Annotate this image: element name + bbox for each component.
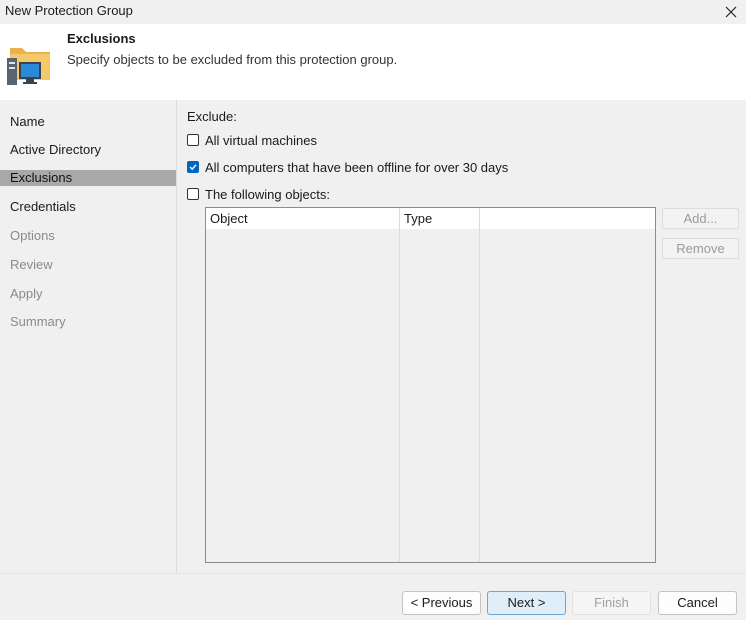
sidebar-item-credentials[interactable]: Credentials [0, 199, 176, 215]
header-description: Specify objects to be excluded from this… [67, 52, 398, 67]
header-title: Exclusions [67, 31, 136, 46]
column-header-type[interactable]: Type [400, 208, 479, 229]
folder-computer-icon [7, 48, 50, 85]
all-virtual-machines-label: All virtual machines [205, 132, 317, 148]
column-header-object[interactable]: Object [206, 208, 399, 229]
next-button[interactable]: Next > [487, 591, 566, 615]
wizard-steps-sidebar: Name Active Directory Exclusions Credent… [0, 100, 177, 572]
checkmark-icon [189, 164, 197, 171]
title-bar: New Protection Group [0, 0, 746, 24]
cancel-button[interactable]: Cancel [658, 591, 737, 615]
sidebar-item-summary: Summary [10, 314, 66, 329]
sidebar-item-options: Options [10, 228, 55, 243]
following-objects-option[interactable]: The following objects: [187, 186, 330, 202]
sidebar-item-name[interactable]: Name [0, 114, 176, 130]
following-objects-checkbox[interactable] [187, 188, 199, 200]
wizard-header: Exclusions Specify objects to be exclude… [0, 24, 746, 100]
remove-button: Remove [662, 238, 739, 259]
column-divider [399, 208, 400, 562]
exclusions-panel: Exclude: All virtual machines All comput… [177, 100, 746, 572]
all-virtual-machines-option[interactable]: All virtual machines [187, 132, 317, 148]
sidebar-item-apply: Apply [10, 286, 43, 301]
wizard-footer: < Previous Next > Finish Cancel [0, 573, 746, 620]
column-divider [479, 208, 480, 562]
offline-computers-option[interactable]: All computers that have been offline for… [187, 159, 508, 175]
finish-button: Finish [572, 591, 651, 615]
offline-computers-checkbox[interactable] [187, 161, 199, 173]
offline-computers-label: All computers that have been offline for… [205, 159, 509, 175]
close-button[interactable] [716, 0, 746, 24]
add-button: Add... [662, 208, 739, 229]
sidebar-item-exclusions[interactable]: Exclusions [0, 170, 176, 186]
window-title: New Protection Group [5, 3, 133, 18]
sidebar-item-review: Review [10, 257, 53, 272]
following-objects-label: The following objects: [205, 186, 331, 202]
sidebar-item-active-directory[interactable]: Active Directory [0, 142, 176, 158]
excluded-objects-table[interactable]: Object Type [205, 207, 656, 563]
all-virtual-machines-checkbox[interactable] [187, 134, 199, 146]
column-header-extra[interactable] [480, 208, 655, 229]
close-icon [725, 6, 737, 18]
exclude-label: Exclude: [187, 109, 237, 124]
previous-button[interactable]: < Previous [402, 591, 481, 615]
